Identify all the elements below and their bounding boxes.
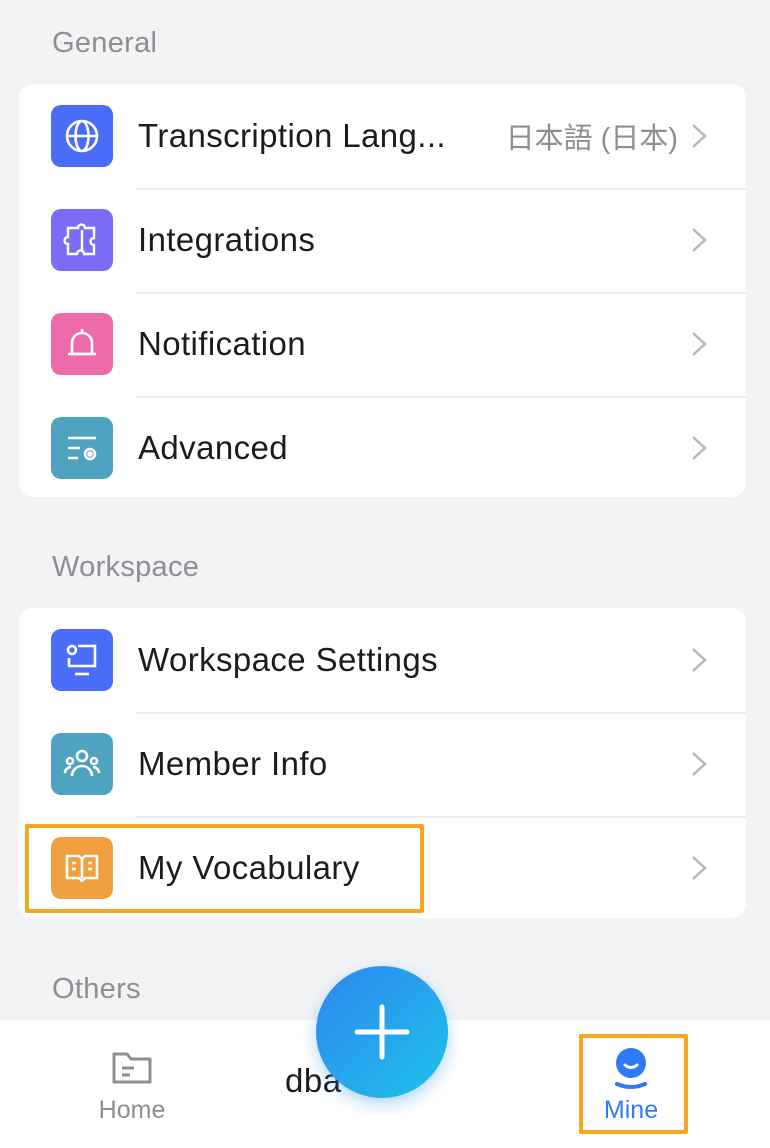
chevron-right-icon: [692, 856, 707, 880]
folder-icon: [112, 1052, 152, 1084]
row-member-info[interactable]: Member Info: [19, 712, 746, 816]
user-icon: [615, 1048, 647, 1089]
row-label: Integrations: [138, 221, 316, 258]
chevron-right-icon: [692, 124, 707, 148]
settings-list-icon: [51, 417, 113, 479]
workspace-card: Workspace Settings Member Info My Vocabu…: [19, 608, 746, 918]
book-icon: [51, 837, 113, 899]
row-label: Member Info: [138, 745, 328, 782]
globe-icon: [51, 105, 113, 167]
chevron-right-icon: [692, 436, 707, 460]
row-label: Advanced: [138, 429, 288, 466]
chevron-right-icon: [692, 752, 707, 776]
general-card: Transcription Lang... 日本語 (日本) Integrati…: [19, 84, 746, 497]
row-label: Transcription Lang...: [138, 117, 446, 154]
chevron-right-icon: [692, 648, 707, 672]
row-my-vocabulary[interactable]: My Vocabulary: [19, 816, 746, 918]
transcription-language-value: 日本語 (日本): [505, 123, 678, 155]
tab-mine[interactable]: Mine: [571, 1026, 691, 1136]
row-transcription-language[interactable]: Transcription Lang... 日本語 (日本): [19, 84, 746, 188]
row-integrations[interactable]: Integrations: [19, 188, 746, 292]
chevron-right-icon: [692, 332, 707, 356]
add-button[interactable]: [316, 966, 448, 1098]
puzzle-icon: [51, 209, 113, 271]
monitor-gear-icon: [51, 629, 113, 691]
members-icon: [51, 733, 113, 795]
tab-mine-label: Mine: [603, 1096, 659, 1124]
row-notification[interactable]: Notification: [19, 292, 746, 396]
row-label: Workspace Settings: [138, 641, 439, 678]
row-label: My Vocabulary: [138, 849, 360, 886]
row-advanced[interactable]: Advanced: [19, 396, 746, 497]
settings-page: General Transcription Lang... 日本語 (日本) I…: [0, 0, 770, 1148]
chevron-right-icon: [692, 228, 707, 252]
section-title-general: General: [52, 27, 158, 59]
bell-icon: [51, 313, 113, 375]
row-label: Notification: [138, 325, 307, 362]
row-workspace-settings[interactable]: Workspace Settings: [19, 608, 746, 712]
tab-home-label: Home: [98, 1096, 166, 1124]
section-title-others: Others: [52, 973, 141, 1005]
plus-icon: [354, 1004, 410, 1060]
section-title-workspace: Workspace: [52, 551, 200, 583]
tab-home[interactable]: Home: [72, 1026, 192, 1136]
